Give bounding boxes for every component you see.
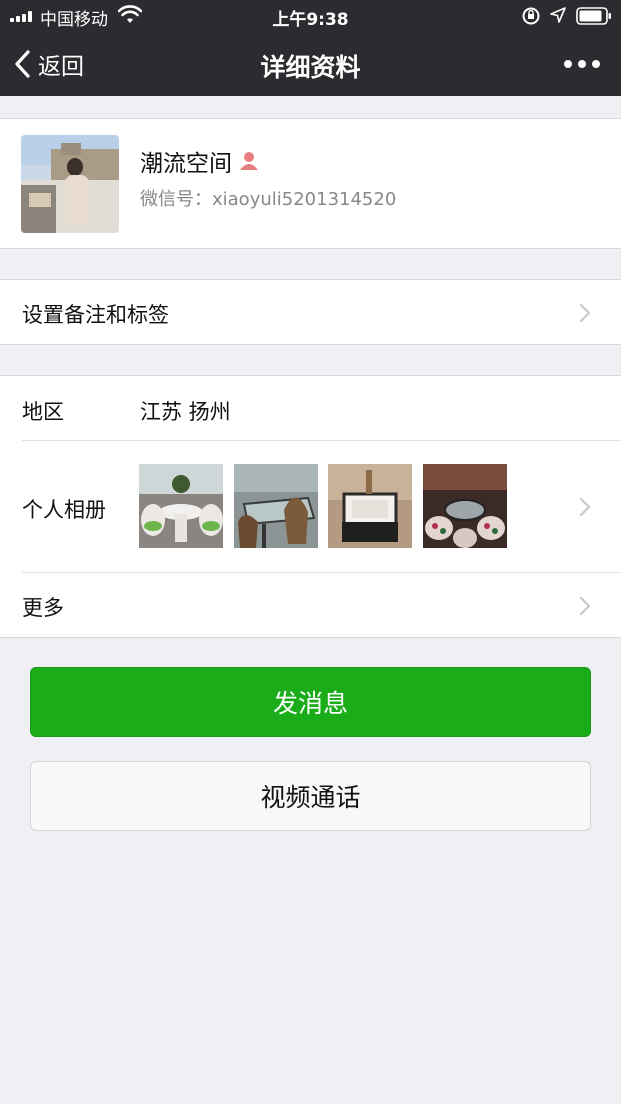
navigation-bar: 返回 详细资料	[0, 32, 621, 96]
nickname-row: 潮流空间	[140, 144, 260, 178]
divider	[22, 440, 621, 441]
rotation-lock-icon	[522, 7, 540, 25]
info-section: 地区 江苏 扬州 个人相册 更多	[0, 375, 621, 638]
video-call-button[interactable]: 视频通话	[30, 761, 591, 831]
avatar[interactable]	[21, 135, 119, 233]
profile-card[interactable]: 潮流空间 微信号：xiaoyuli5201314520	[0, 118, 621, 249]
female-gender-icon	[240, 152, 258, 170]
wechat-id: 微信号：xiaoyuli5201314520	[140, 189, 397, 210]
set-remark-row[interactable]: 设置备注和标签	[0, 279, 621, 345]
send-message-button[interactable]: 发消息	[30, 667, 591, 737]
more-options-icon[interactable]	[560, 56, 604, 72]
divider	[22, 572, 621, 573]
album-photo[interactable]	[139, 464, 223, 548]
nickname: 潮流空间	[140, 151, 232, 177]
top-bar: 中国移动 上午9:38 返回 详细资料	[0, 0, 621, 96]
chevron-right-icon	[579, 596, 591, 616]
album-photo[interactable]	[423, 464, 507, 548]
page-title: 详细资料	[260, 53, 361, 82]
status-bar: 中国移动 上午9:38	[0, 0, 621, 32]
more-label: 更多	[22, 596, 64, 620]
chevron-right-icon	[579, 303, 591, 323]
location-icon	[550, 7, 566, 23]
chevron-right-icon	[579, 497, 591, 517]
album-photo[interactable]	[328, 464, 412, 548]
battery-icon	[576, 7, 611, 25]
region-value: 江苏 扬州	[140, 400, 231, 424]
region-label: 地区	[22, 400, 64, 424]
set-remark-label: 设置备注和标签	[22, 303, 169, 327]
album-label: 个人相册	[22, 498, 106, 522]
album-photo[interactable]	[234, 464, 318, 548]
